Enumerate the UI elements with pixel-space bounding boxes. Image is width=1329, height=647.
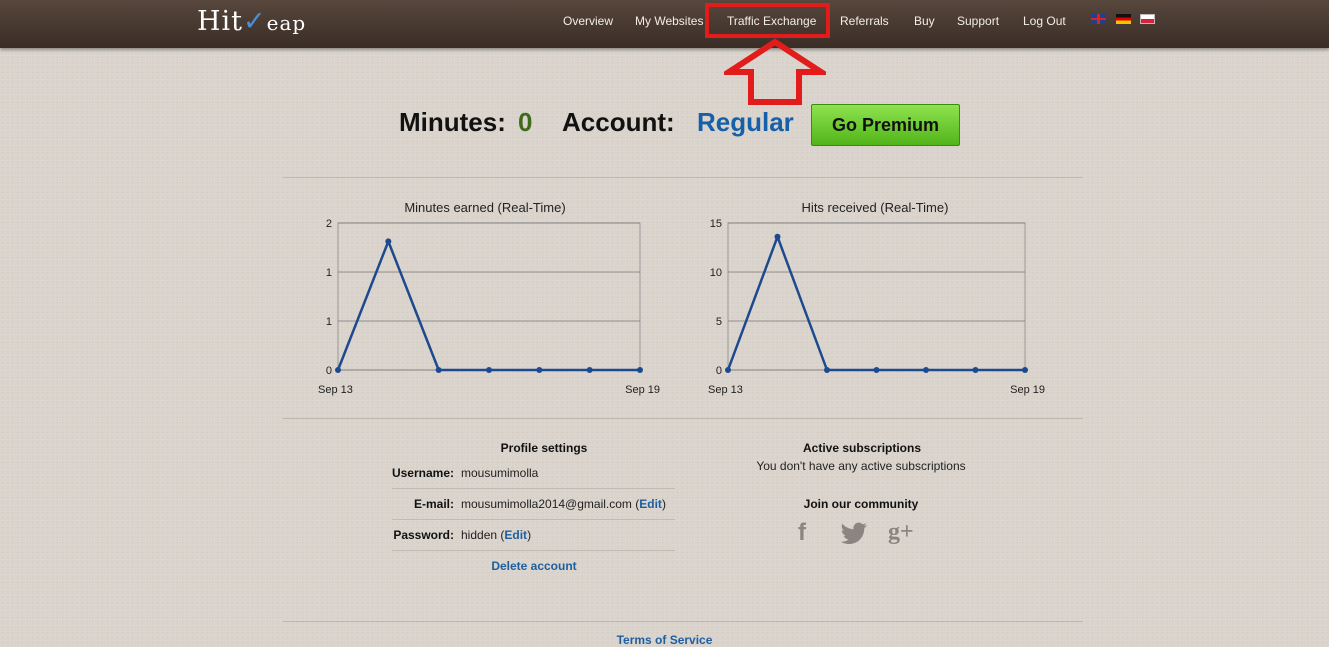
data-point (1022, 367, 1028, 373)
minutes-earned-chart: 0 1 1 2 Sep 13 Sep 19 (318, 218, 660, 396)
account-label: Account: (562, 107, 675, 137)
y-tick-label: 0 (326, 365, 332, 377)
row-separator (392, 550, 675, 551)
delete-account-link[interactable]: Delete account (434, 559, 634, 573)
go-premium-button[interactable]: Go Premium (811, 104, 960, 146)
poland-flag-icon[interactable] (1140, 14, 1155, 24)
username-value: mousumimolla (461, 466, 539, 480)
data-point (385, 238, 392, 245)
data-point (824, 367, 830, 373)
divider-middle (283, 418, 1083, 419)
red-up-arrow-annotation (724, 38, 826, 105)
join-community-title: Join our community (803, 497, 919, 511)
email-label: E-mail: (413, 497, 454, 511)
plot-frame (727, 222, 1026, 371)
logo-check-mark: ✓ (243, 6, 267, 37)
facebook-icon[interactable]: f (798, 519, 806, 547)
data-point (637, 367, 643, 373)
data-point (486, 367, 492, 373)
divider-top (283, 177, 1083, 178)
data-point (725, 367, 731, 373)
password-value: hidden (461, 528, 498, 542)
y-tick-label: 1 (326, 316, 332, 328)
row-separator (392, 519, 675, 520)
y-tick-label: 10 (710, 267, 722, 279)
series-line (726, 235, 1025, 372)
y-tick-label: 1 (326, 267, 332, 279)
active-subscriptions-title: Active subscriptions (802, 441, 922, 455)
nav-my-websites[interactable]: My Websites (635, 14, 703, 28)
x-tick-label: Sep 19 (1010, 384, 1045, 396)
nav-overview[interactable]: Overview (563, 14, 613, 28)
minutes-label: Minutes: (399, 107, 506, 137)
nav-log-out[interactable]: Log Out (1023, 14, 1066, 28)
hitleap-logo[interactable]: Hit✓eap (197, 6, 306, 37)
data-point (923, 367, 929, 373)
plot-frame (337, 222, 641, 371)
logo-text-first: Hit (197, 6, 244, 37)
data-point (774, 233, 781, 240)
data-point (335, 367, 341, 373)
minutes-value: 0 (518, 107, 533, 137)
hits-chart-title: Hits received (Real-Time) (801, 200, 949, 215)
terms-of-service-link[interactable]: Terms of Service (0, 633, 1329, 647)
nav-support[interactable]: Support (957, 14, 999, 28)
y-tick-label: 15 (710, 218, 722, 230)
data-point (435, 367, 442, 373)
y-tick-label: 5 (716, 316, 722, 328)
email-value: mousumimolla2014@gmail.com (461, 497, 632, 511)
account-type-value: Regular (697, 107, 794, 137)
y-tick-label: 2 (326, 218, 332, 230)
x-tick-label: Sep 19 (625, 384, 660, 396)
edit-password-link[interactable]: Edit (504, 528, 527, 542)
logo-text-rest: eap (266, 11, 307, 35)
password-row: hidden (Edit) (461, 528, 532, 542)
nav-referrals[interactable]: Referrals (840, 14, 889, 28)
divider-bottom (283, 621, 1083, 622)
email-row: mousumimolla2014@gmail.com (Edit) (461, 497, 666, 511)
edit-email-link[interactable]: Edit (639, 497, 662, 511)
uk-flag-icon[interactable] (1091, 14, 1106, 24)
no-subscriptions-message: You don't have any active subscriptions (756, 459, 966, 473)
account-stats: Minutes: 0 Account: Regular (0, 107, 1329, 147)
profile-settings-title: Profile settings (500, 441, 588, 455)
google-plus-icon[interactable]: g+ (888, 519, 914, 546)
twitter-icon[interactable] (840, 522, 868, 546)
y-tick-label: 0 (716, 365, 722, 377)
minutes-chart-title: Minutes earned (Real-Time) (404, 200, 566, 215)
data-point (873, 367, 880, 373)
username-label: Username: (391, 466, 454, 480)
nav-buy[interactable]: Buy (914, 14, 935, 28)
series-line (336, 240, 640, 372)
top-navigation-bar: Hit✓eap Overview My Websites Traffic Exc… (0, 0, 1329, 48)
x-tick-label: Sep 13 (708, 384, 743, 396)
data-point (972, 367, 979, 373)
germany-flag-icon[interactable] (1116, 14, 1131, 24)
row-separator (392, 488, 675, 489)
data-point (536, 367, 543, 373)
x-tick-label: Sep 13 (318, 384, 353, 396)
data-point (586, 367, 593, 373)
password-label: Password: (393, 528, 454, 542)
hits-received-chart: 0 5 10 15 Sep 13 Sep 19 (708, 218, 1045, 396)
traffic-exchange-highlight-box (705, 3, 830, 38)
